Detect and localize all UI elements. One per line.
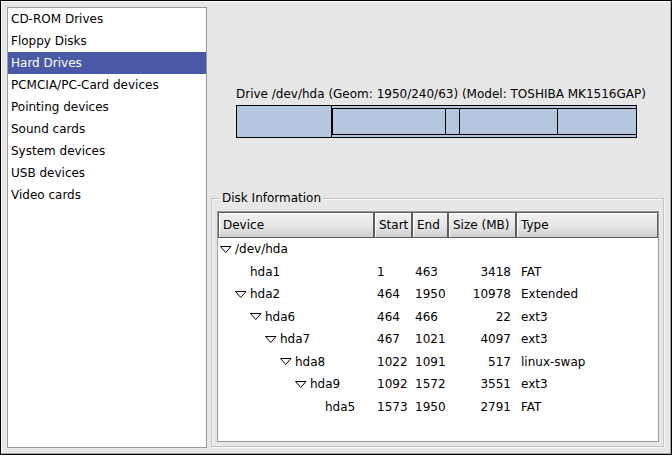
cell-size: 3418 bbox=[448, 265, 516, 279]
device-name: /dev/hda bbox=[235, 242, 288, 256]
device-name: hda8 bbox=[295, 355, 325, 369]
cell-start: 1 bbox=[374, 265, 412, 279]
cell-start: 1092 bbox=[374, 377, 412, 391]
sidebar-item-usb-devices[interactable]: USB devices bbox=[8, 162, 206, 184]
table-row-hda1[interactable]: hda1 14633418FAT bbox=[218, 261, 658, 284]
expander-icon[interactable] bbox=[280, 355, 295, 368]
column-header-device[interactable]: Device bbox=[218, 212, 374, 238]
cell-end: 1950 bbox=[412, 287, 448, 301]
sidebar-item-video-cards[interactable]: Video cards bbox=[8, 184, 206, 206]
sidebar-item-cd-rom-drives[interactable]: CD-ROM Drives bbox=[8, 8, 206, 30]
drive-label: Drive /dev/hda (Geom: 1950/240/63) (Mode… bbox=[236, 87, 646, 101]
sidebar-item-pcmcia-pc-card-devices[interactable]: PCMCIA/PC-Card devices bbox=[8, 74, 206, 96]
cell-type: FAT bbox=[516, 265, 658, 279]
device-name: hda1 bbox=[250, 265, 280, 279]
disk-table: DeviceStartEndSize (MB)Type /dev/hda hda1… bbox=[217, 211, 659, 442]
cell-start: 1022 bbox=[374, 355, 412, 369]
cell-end: 466 bbox=[412, 310, 448, 324]
cell-start: 464 bbox=[374, 310, 412, 324]
table-row-hda2[interactable]: hda2 464195010978Extended bbox=[218, 283, 658, 306]
table-row-dev-hda[interactable]: /dev/hda bbox=[218, 238, 658, 261]
logical-partition-divider-1 bbox=[445, 109, 446, 134]
cell-end: 1021 bbox=[412, 332, 448, 346]
cell-type: FAT bbox=[516, 400, 658, 414]
sidebar-item-pointing-devices[interactable]: Pointing devices bbox=[8, 96, 206, 118]
table-row-hda8[interactable]: hda8 10221091517linux-swap bbox=[218, 351, 658, 374]
table-row-hda5[interactable]: hda5 157319502791FAT bbox=[218, 396, 658, 419]
cell-type: ext3 bbox=[516, 377, 658, 391]
cell-size: 10978 bbox=[448, 287, 516, 301]
cell-size: 2791 bbox=[448, 400, 516, 414]
disk-table-body: /dev/hdahda114633418FAThda2464195010978E… bbox=[218, 238, 658, 418]
sidebar-item-system-devices[interactable]: System devices bbox=[8, 140, 206, 162]
cell-end: 1950 bbox=[412, 400, 448, 414]
partition-bar bbox=[236, 105, 637, 138]
expander-icon[interactable] bbox=[220, 243, 235, 256]
table-row-hda6[interactable]: hda6 46446622ext3 bbox=[218, 306, 658, 329]
device-name: hda5 bbox=[325, 400, 355, 414]
cell-start: 1573 bbox=[374, 400, 412, 414]
column-header-type[interactable]: Type bbox=[516, 212, 658, 238]
column-header-size-mb[interactable]: Size (MB) bbox=[448, 212, 516, 238]
table-row-hda7[interactable]: hda7 46710214097ext3 bbox=[218, 328, 658, 351]
column-header-start[interactable]: Start bbox=[374, 212, 412, 238]
cell-end: 1091 bbox=[412, 355, 448, 369]
expander-icon[interactable] bbox=[295, 378, 310, 391]
cell-type: ext3 bbox=[516, 310, 658, 324]
disk-table-header: DeviceStartEndSize (MB)Type bbox=[218, 212, 658, 238]
device-name: hda9 bbox=[310, 377, 340, 391]
logical-partition-divider-2 bbox=[459, 109, 460, 134]
disk-information-title: Disk Information bbox=[220, 191, 323, 205]
logical-partition-divider-3 bbox=[557, 109, 558, 134]
expander-icon[interactable] bbox=[265, 333, 280, 346]
device-name: hda2 bbox=[250, 287, 280, 301]
sidebar-item-hard-drives[interactable]: Hard Drives bbox=[8, 52, 206, 74]
extended-partition-box bbox=[332, 108, 637, 135]
cell-type: linux-swap bbox=[516, 355, 658, 369]
cell-type: ext3 bbox=[516, 332, 658, 346]
device-category-list: CD-ROM DrivesFloppy DisksHard DrivesPCMC… bbox=[7, 7, 207, 448]
cell-start: 464 bbox=[374, 287, 412, 301]
sidebar-item-sound-cards[interactable]: Sound cards bbox=[8, 118, 206, 140]
device-name: hda6 bbox=[265, 310, 295, 324]
cell-end: 1572 bbox=[412, 377, 448, 391]
table-row-hda9[interactable]: hda9 109215723551ext3 bbox=[218, 373, 658, 396]
sidebar-item-floppy-disks[interactable]: Floppy Disks bbox=[8, 30, 206, 52]
cell-start: 467 bbox=[374, 332, 412, 346]
expander-icon[interactable] bbox=[250, 310, 265, 323]
expander-icon[interactable] bbox=[235, 288, 250, 301]
cell-size: 3551 bbox=[448, 377, 516, 391]
cell-type: Extended bbox=[516, 287, 658, 301]
device-name: hda7 bbox=[280, 332, 310, 346]
cell-size: 4097 bbox=[448, 332, 516, 346]
column-header-end[interactable]: End bbox=[412, 212, 448, 238]
cell-size: 517 bbox=[448, 355, 516, 369]
cell-size: 22 bbox=[448, 310, 516, 324]
cell-end: 463 bbox=[412, 265, 448, 279]
